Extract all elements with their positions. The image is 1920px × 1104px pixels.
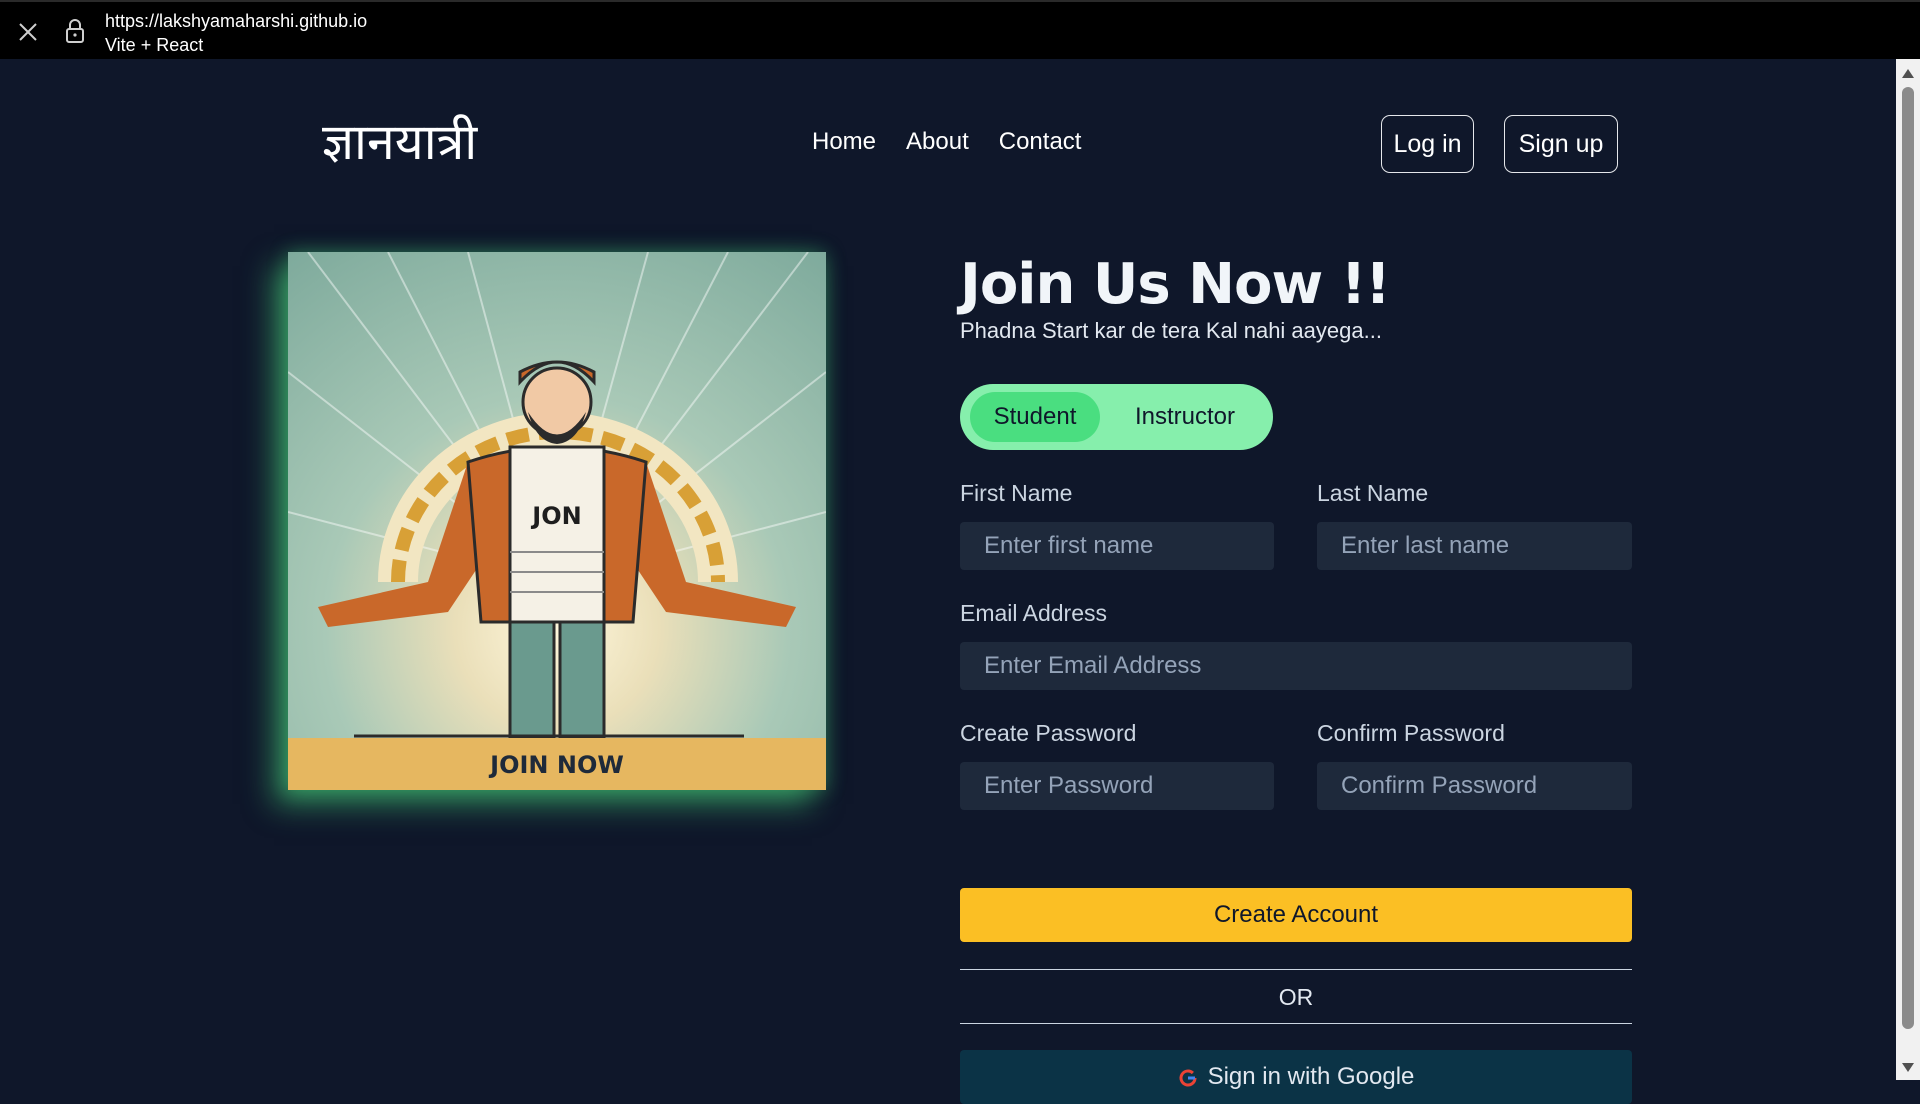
confirm-password-input[interactable]	[1317, 762, 1632, 810]
main-nav: Home About Contact	[812, 128, 1081, 156]
banner-text: JOIN NOW	[488, 751, 624, 779]
lock-icon	[66, 19, 84, 43]
form-heading: Join Us Now !!	[960, 252, 1391, 317]
divider-bottom	[960, 1023, 1632, 1024]
google-signin-button[interactable]: Sign in with Google	[960, 1050, 1632, 1104]
divider-top	[960, 969, 1632, 970]
email-label: Email Address	[960, 600, 1108, 626]
nav-contact[interactable]: Contact	[999, 128, 1082, 156]
password-input[interactable]	[960, 762, 1274, 810]
last-name-label: Last Name	[1317, 480, 1429, 506]
scroll-up-icon[interactable]	[1902, 69, 1914, 78]
password-label: Create Password	[960, 720, 1137, 746]
create-account-button[interactable]: Create Account	[960, 888, 1632, 942]
tab-title: Vite + React	[105, 35, 204, 55]
last-name-input[interactable]	[1317, 522, 1632, 570]
or-divider-text: OR	[1278, 984, 1314, 1010]
email-input[interactable]	[960, 642, 1632, 690]
role-instructor-tab[interactable]: Instructor	[1110, 392, 1260, 442]
shirt-text: JON	[530, 502, 581, 530]
scroll-down-icon[interactable]	[1902, 1063, 1914, 1072]
join-illustration: JON JOIN NOW	[288, 252, 826, 790]
site-logo[interactable]: ज्ञानयात्री	[322, 106, 477, 174]
confirm-password-label: Confirm Password	[1317, 720, 1505, 746]
login-button[interactable]: Log in	[1381, 115, 1474, 173]
close-icon[interactable]	[16, 20, 40, 44]
url-text[interactable]: https://lakshyamaharshi.github.io	[105, 11, 367, 32]
scrollbar-thumb[interactable]	[1902, 87, 1914, 1029]
form-subheading: Phadna Start kar de tera Kal nahi aayega…	[960, 318, 1382, 343]
role-student-tab[interactable]: Student	[970, 392, 1100, 442]
first-name-label: First Name	[960, 480, 1073, 506]
page-scrollbar[interactable]	[1896, 59, 1920, 1080]
role-toggle: Student Instructor	[960, 384, 1273, 450]
first-name-input[interactable]	[960, 522, 1274, 570]
nav-about[interactable]: About	[906, 128, 969, 156]
google-icon	[1179, 1069, 1197, 1087]
signup-button[interactable]: Sign up	[1504, 115, 1618, 173]
browser-top-bar: https://lakshyamaharshi.github.io Vite +…	[0, 0, 1920, 59]
nav-home[interactable]: Home	[812, 128, 876, 156]
google-signin-label: Sign in with Google	[1207, 1063, 1415, 1090]
